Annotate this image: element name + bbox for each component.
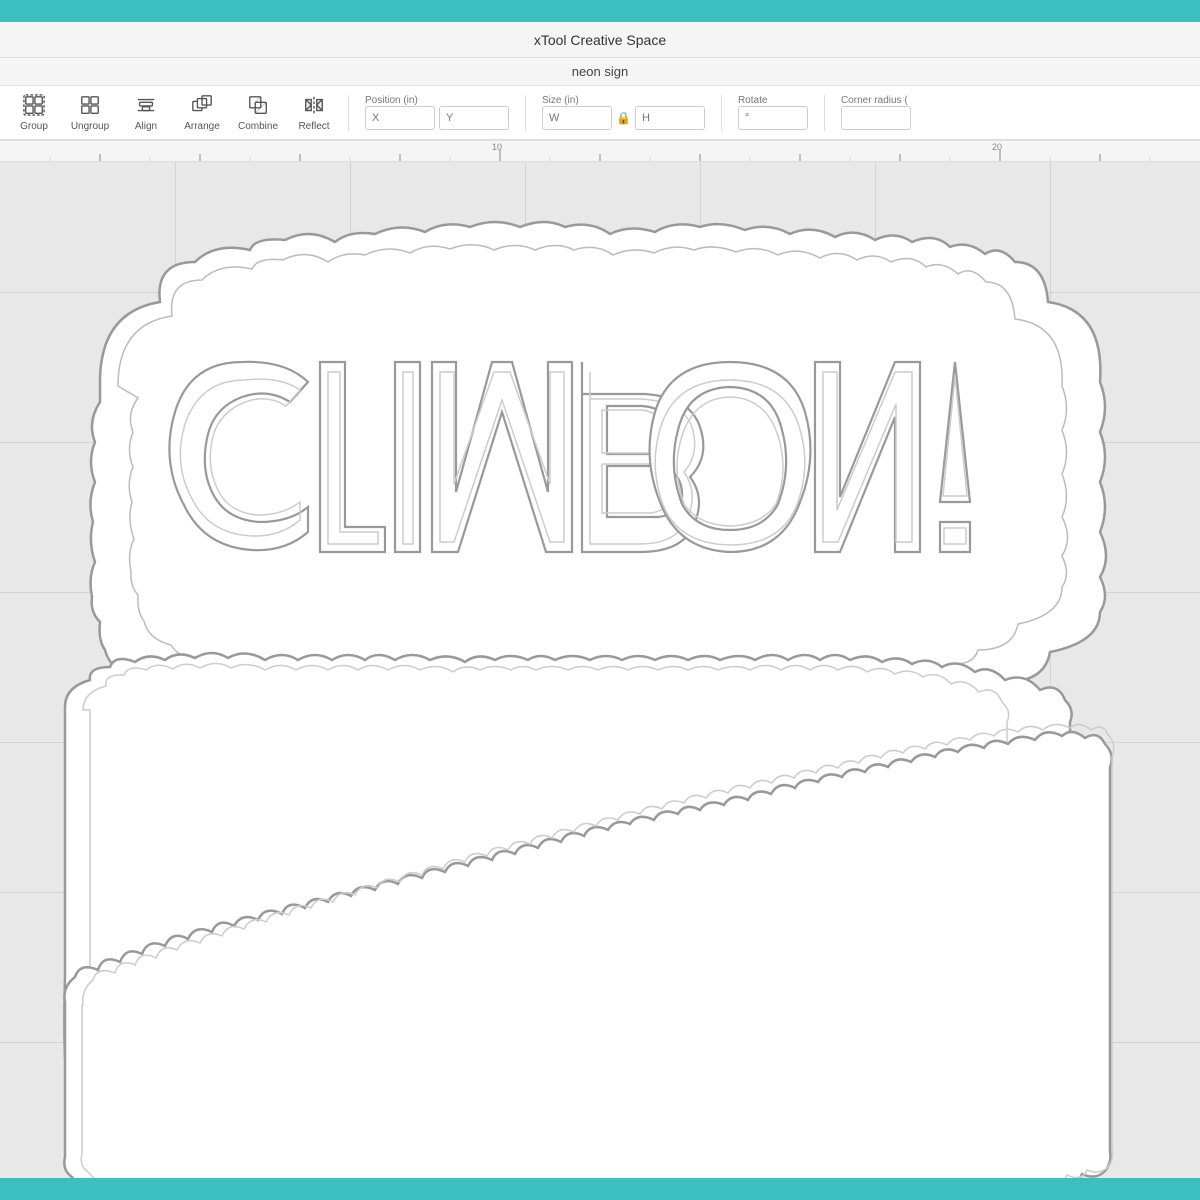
toolbar-divider-2 <box>525 95 526 131</box>
corner-radius-section: Corner radius ( <box>841 95 911 130</box>
ungroup-label: Ungroup <box>71 121 109 132</box>
app-title: xTool Creative Space <box>534 32 666 48</box>
design-canvas[interactable] <box>0 162 1200 1178</box>
combine-icon <box>247 94 269 119</box>
doc-name-bar: neon sign <box>0 58 1200 86</box>
corner-radius-label: Corner radius ( <box>841 95 908 106</box>
x-input[interactable] <box>365 106 435 130</box>
rotate-input[interactable] <box>738 106 808 130</box>
combine-tool[interactable]: Combine <box>232 90 284 136</box>
align-icon <box>135 94 157 119</box>
align-label: Align <box>135 121 157 132</box>
ungroup-icon <box>79 94 101 119</box>
title-bar: xTool Creative Space <box>0 22 1200 58</box>
group-tool[interactable]: Group <box>8 90 60 136</box>
reflect-label: Reflect <box>298 121 329 132</box>
h-input[interactable] <box>635 106 705 130</box>
rotate-label: Rotate <box>738 95 767 106</box>
bottom-bar <box>0 1178 1200 1200</box>
w-input[interactable] <box>542 106 612 130</box>
rotate-inputs <box>738 106 808 130</box>
arrange-label: Arrange <box>184 121 220 132</box>
position-label: Position (in) <box>365 95 418 106</box>
corner-radius-input[interactable] <box>841 106 911 130</box>
size-label: Size (in) <box>542 95 579 106</box>
reflect-tool[interactable]: Reflect <box>288 90 340 136</box>
reflect-icon <box>303 94 325 119</box>
top-bar <box>0 0 1200 22</box>
svg-text:20: 20 <box>992 142 1002 152</box>
combine-label: Combine <box>238 121 278 132</box>
toolbar-divider-3 <box>721 95 722 131</box>
canvas-area[interactable] <box>0 162 1200 1178</box>
size-inputs: 🔒 <box>542 106 705 130</box>
group-label: Group <box>20 121 48 132</box>
lock-icon[interactable]: 🔒 <box>616 111 631 125</box>
group-icon <box>23 94 45 119</box>
toolbar: Group Ungroup Align <box>0 86 1200 140</box>
toolbar-divider-1 <box>348 95 349 131</box>
align-tool[interactable]: Align <box>120 90 172 136</box>
arrange-icon <box>191 94 213 119</box>
position-inputs <box>365 106 509 130</box>
svg-text:10: 10 <box>492 142 502 152</box>
rotate-section: Rotate <box>738 95 808 130</box>
ungroup-tool[interactable]: Ungroup <box>64 90 116 136</box>
corner-radius-inputs <box>841 106 911 130</box>
position-section: Position (in) <box>365 95 509 130</box>
size-section: Size (in) 🔒 <box>542 95 705 130</box>
y-input[interactable] <box>439 106 509 130</box>
arrange-tool[interactable]: Arrange <box>176 90 228 136</box>
climb-on-group[interactable] <box>90 222 1106 709</box>
document-name: neon sign <box>572 64 628 79</box>
ruler: 10 20 <box>0 140 1200 162</box>
toolbar-divider-4 <box>824 95 825 131</box>
